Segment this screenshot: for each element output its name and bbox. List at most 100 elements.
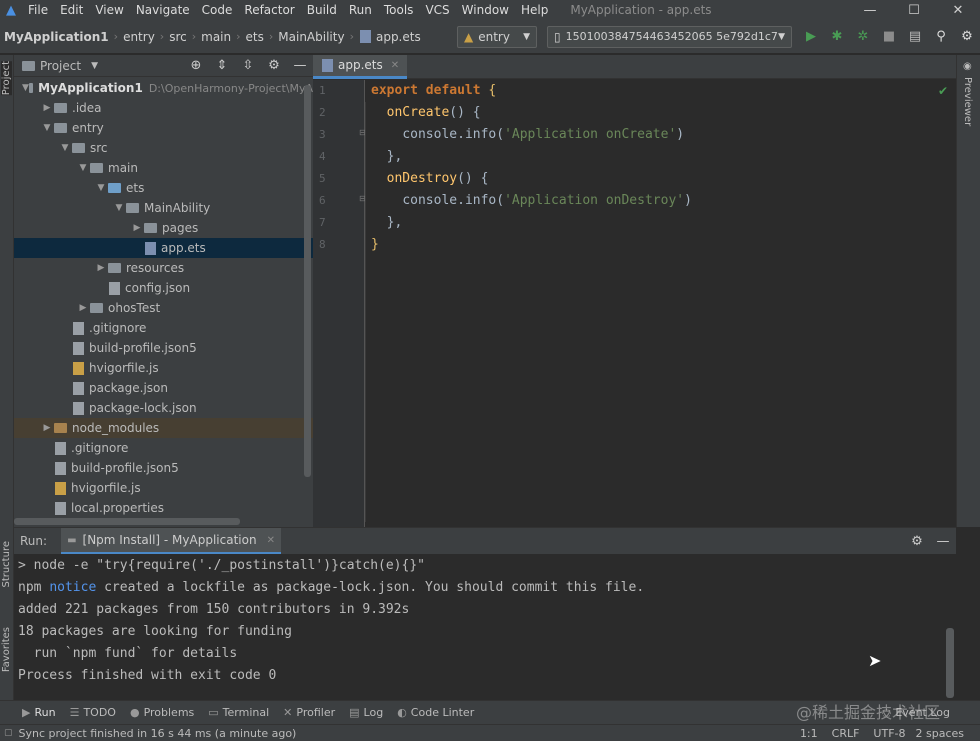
- debug-icon[interactable]: ✱: [824, 29, 850, 44]
- tool-tab-terminal[interactable]: ▭ Terminal: [208, 706, 269, 719]
- menu-view[interactable]: View: [95, 3, 123, 17]
- menu-vcs[interactable]: VCS: [425, 3, 449, 17]
- hide-icon[interactable]: —: [930, 534, 956, 549]
- run-tab-npm-install[interactable]: ▬ [Npm Install] - MyApplication ✕: [61, 528, 281, 554]
- tree-node[interactable]: ▶ node_modules: [14, 418, 313, 438]
- chevron-down-icon[interactable]: ▼: [22, 83, 29, 93]
- project-structure-icon[interactable]: ▤: [902, 29, 928, 44]
- inspection-ok-icon[interactable]: ✔: [938, 84, 948, 98]
- tool-tab-run[interactable]: ▶ Run: [22, 706, 56, 719]
- tool-tab-code-linter[interactable]: ◐ Code Linter: [397, 706, 474, 719]
- tree-node[interactable]: ▶ ohosTest: [14, 298, 313, 318]
- chevron-down-icon[interactable]: ▼: [40, 123, 54, 133]
- console-scrollbar[interactable]: [946, 628, 954, 698]
- tree-node[interactable]: package-lock.json: [14, 398, 313, 418]
- line-separator[interactable]: CRLF: [832, 727, 860, 740]
- breadcrumb-mainability[interactable]: MainAbility: [278, 30, 344, 44]
- menu-refactor[interactable]: Refactor: [244, 3, 294, 17]
- chevron-down-icon[interactable]: ▼: [58, 143, 72, 153]
- tree-node[interactable]: ▶ .idea: [14, 98, 313, 118]
- tree-node[interactable]: ▶ resources: [14, 258, 313, 278]
- tree-node[interactable]: package.json: [14, 378, 313, 398]
- project-view-selector[interactable]: Project: [40, 59, 81, 73]
- tree-node[interactable]: ▼ entry: [14, 118, 313, 138]
- search-icon[interactable]: ⚲: [928, 29, 954, 44]
- tree-node[interactable]: ▼ MainAbility: [14, 198, 313, 218]
- settings-icon[interactable]: ⚙: [954, 29, 980, 44]
- chevron-down-icon[interactable]: ▼: [91, 61, 98, 71]
- breadcrumb-app-ets[interactable]: app.ets: [376, 30, 421, 44]
- chevron-down-icon[interactable]: ▼: [94, 183, 108, 193]
- attach-debugger-icon[interactable]: ✲: [850, 29, 876, 44]
- breadcrumb-entry[interactable]: entry: [123, 30, 155, 44]
- device-selector[interactable]: ▯ 150100384754463452065 5e792d1c707 ▼: [547, 25, 792, 48]
- console-output[interactable]: > node -e "try{require('./_postinstall')…: [18, 555, 644, 687]
- locate-icon[interactable]: ⊕: [183, 58, 209, 73]
- gear-icon[interactable]: ⚙: [261, 58, 287, 73]
- status-toggle-icon[interactable]: ▢: [4, 728, 13, 738]
- tree-node[interactable]: ▼ main: [14, 158, 313, 178]
- menu-tools[interactable]: Tools: [384, 3, 414, 17]
- code-content[interactable]: export default { onCreate() { console.in…: [371, 80, 692, 256]
- tree-node[interactable]: build-profile.json5: [14, 338, 313, 358]
- indent-setting[interactable]: 2 spaces: [916, 727, 965, 740]
- tree-node-selected[interactable]: app.ets: [14, 238, 313, 258]
- stop-icon[interactable]: ■: [876, 29, 902, 44]
- tool-tab-todo[interactable]: ☰ TODO: [70, 706, 116, 719]
- tree-node[interactable]: ▼ src: [14, 138, 313, 158]
- structure-tool-tab[interactable]: Structure: [1, 541, 12, 588]
- close-window-icon[interactable]: ✕: [936, 3, 980, 18]
- tree-node[interactable]: ▼ MyApplication1 D:\OpenHarmony-Project\My…: [14, 78, 313, 98]
- file-encoding[interactable]: UTF-8: [873, 727, 905, 740]
- tree-node[interactable]: hvigorfile.js: [14, 358, 313, 378]
- menu-run[interactable]: Run: [349, 3, 372, 17]
- breadcrumb-main[interactable]: main: [201, 30, 231, 44]
- chevron-right-icon[interactable]: ▶: [40, 423, 54, 433]
- menu-file[interactable]: File: [28, 3, 48, 17]
- tree-vertical-scrollbar[interactable]: [304, 85, 311, 477]
- run-icon[interactable]: ▶: [798, 29, 824, 44]
- menu-edit[interactable]: Edit: [60, 3, 83, 17]
- breadcrumb-project[interactable]: MyApplication1: [4, 30, 109, 44]
- chevron-right-icon[interactable]: ▶: [94, 263, 108, 273]
- menu-help[interactable]: Help: [521, 3, 548, 17]
- tool-tab-profiler[interactable]: ✕ Profiler: [283, 706, 335, 719]
- chevron-right-icon[interactable]: ▶: [40, 103, 54, 113]
- chevron-right-icon[interactable]: ▶: [76, 303, 90, 313]
- minimize-icon[interactable]: —: [848, 3, 892, 18]
- status-message[interactable]: Sync project finished in 16 s 44 ms (a m…: [19, 727, 297, 740]
- maximize-icon[interactable]: ☐: [892, 3, 936, 18]
- tool-tab-log[interactable]: ▤ Log: [349, 706, 383, 719]
- tree-horizontal-scrollbar[interactable]: [14, 518, 240, 525]
- tree-node[interactable]: local.properties: [14, 498, 313, 518]
- menu-build[interactable]: Build: [307, 3, 337, 17]
- expand-all-icon[interactable]: ⇕: [209, 58, 235, 73]
- chevron-down-icon[interactable]: ▼: [112, 203, 126, 213]
- editor-tab-app-ets[interactable]: app.ets ✕: [313, 54, 408, 79]
- project-tool-tab[interactable]: Project: [1, 61, 12, 96]
- menu-code[interactable]: Code: [202, 3, 233, 17]
- hide-icon[interactable]: —: [287, 58, 313, 73]
- close-tab-icon[interactable]: ✕: [391, 60, 399, 71]
- previewer-tool-tab[interactable]: Previewer: [962, 77, 973, 126]
- tree-node[interactable]: .gitignore: [14, 438, 313, 458]
- favorites-tool-tab[interactable]: Favorites: [1, 627, 12, 672]
- caret-position[interactable]: 1:1: [800, 727, 818, 740]
- chevron-down-icon[interactable]: ▼: [76, 163, 90, 173]
- tree-node[interactable]: build-profile.json5: [14, 458, 313, 478]
- tree-node[interactable]: .gitignore: [14, 318, 313, 338]
- menu-navigate[interactable]: Navigate: [136, 3, 190, 17]
- tree-node[interactable]: ▶ pages: [14, 218, 313, 238]
- breadcrumb-ets[interactable]: ets: [246, 30, 264, 44]
- menu-window[interactable]: Window: [462, 3, 509, 17]
- gear-icon[interactable]: ⚙: [904, 534, 930, 549]
- module-selector[interactable]: ▲ entry ▼: [457, 25, 537, 48]
- tree-node[interactable]: ▼ ets: [14, 178, 313, 198]
- tool-tab-problems[interactable]: ● Problems: [130, 706, 194, 719]
- collapse-all-icon[interactable]: ⇳: [235, 58, 261, 73]
- tree-node[interactable]: config.json: [14, 278, 313, 298]
- chevron-right-icon[interactable]: ▶: [130, 223, 144, 233]
- close-tab-icon[interactable]: ✕: [267, 535, 275, 546]
- breadcrumb-src[interactable]: src: [169, 30, 187, 44]
- tree-node[interactable]: hvigorfile.js: [14, 478, 313, 498]
